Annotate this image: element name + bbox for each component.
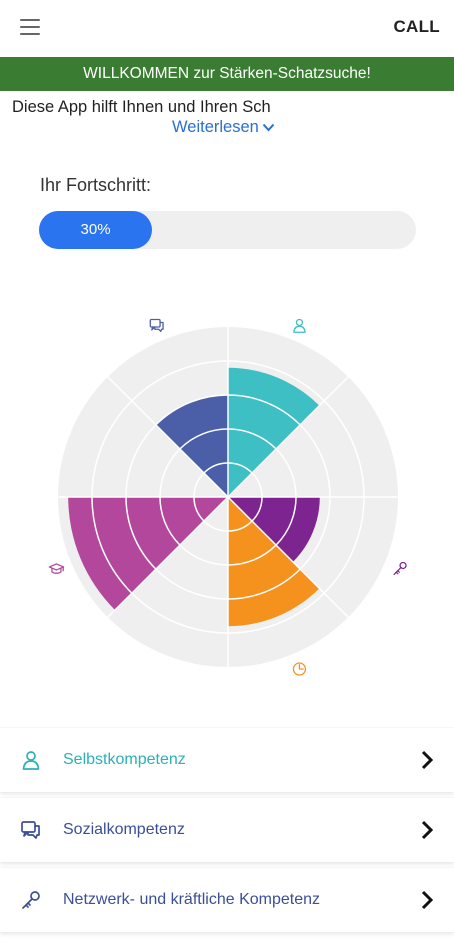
hamburger-menu-icon[interactable]	[18, 17, 42, 37]
competence-list-item[interactable]: Sozialkompetenz	[0, 798, 454, 862]
progress-bar: 30%	[39, 211, 416, 249]
progress-fill: 30%	[39, 211, 153, 249]
chart-chat-icon	[149, 318, 164, 333]
competence-list-label: Sozialkompetenz	[63, 821, 185, 838]
chevron-right-icon	[421, 890, 434, 910]
key-icon	[20, 889, 42, 911]
chart-mortarboard-icon	[48, 563, 65, 574]
competence-polar-chart	[48, 318, 407, 676]
welcome-banner: WILLKOMMEN zur Stärken-Schatzsuche!	[0, 57, 454, 91]
progress-label: Ihr Fortschritt:	[40, 175, 152, 195]
read-more-link[interactable]: Weiterlesen	[172, 118, 275, 137]
read-more-label: Weiterlesen	[172, 118, 259, 136]
chart-clock-icon	[292, 662, 307, 676]
chevron-down-icon	[262, 123, 275, 132]
competence-list: Selbstkompetenz Sozialkompetenz Netzwerk- …	[0, 728, 454, 938]
person-icon	[20, 749, 42, 771]
chart-person-icon	[293, 318, 306, 333]
intro-text: Diese App hilft Ihnen und Ihren Sch	[12, 98, 271, 116]
call-button[interactable]: CALL	[393, 17, 440, 37]
top-app-bar: CALL	[0, 0, 454, 56]
chevron-right-icon	[421, 750, 434, 770]
competence-list-label: Selbstkompetenz	[63, 751, 186, 768]
chevron-right-icon	[421, 820, 434, 840]
chat-icon	[20, 819, 42, 841]
competence-list-item[interactable]: Netzwerk- und kräftliche Kompetenz	[0, 868, 454, 932]
chart-key-icon	[393, 561, 407, 576]
competence-list-item[interactable]: Selbstkompetenz	[0, 728, 454, 792]
competence-list-label: Netzwerk- und kräftliche Kompetenz	[63, 891, 320, 908]
